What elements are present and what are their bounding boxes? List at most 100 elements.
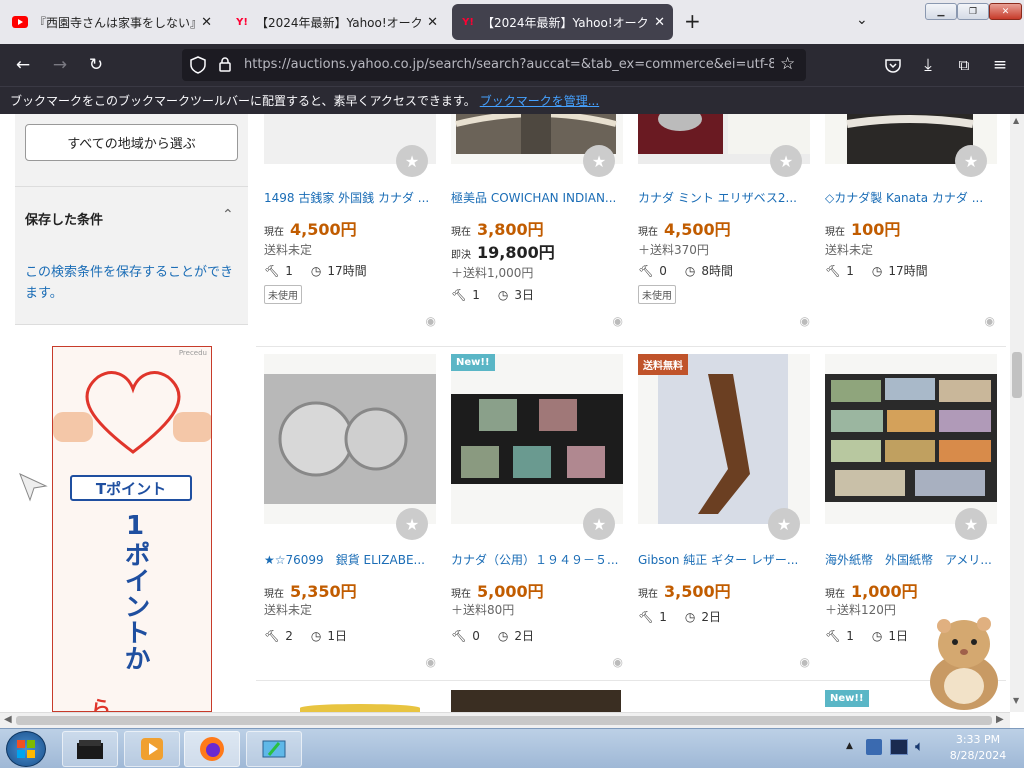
product-image[interactable] bbox=[451, 354, 623, 524]
taskbar-app-explorer[interactable] bbox=[62, 731, 118, 767]
menu-icon[interactable]: ≡ bbox=[987, 52, 1013, 78]
maximize-button[interactable]: ❐ bbox=[957, 3, 989, 20]
clock-date[interactable]: 8/28/2024 bbox=[940, 749, 1016, 762]
pocket-icon[interactable] bbox=[880, 52, 906, 78]
product-image[interactable] bbox=[825, 354, 997, 524]
scroll-up-icon[interactable]: ▲ bbox=[1013, 116, 1019, 125]
taskbar-app-firefox[interactable] bbox=[184, 731, 240, 767]
shield-icon[interactable] bbox=[190, 56, 206, 77]
product-title[interactable]: カナダ ミント エリザベス2... bbox=[638, 189, 810, 206]
price-label: 現在 bbox=[264, 227, 284, 238]
chevron-down-icon[interactable]: ⌄ bbox=[856, 12, 868, 28]
bookmark-star-icon[interactable]: ☆ bbox=[780, 54, 795, 74]
minimize-button[interactable]: ▁ bbox=[925, 3, 957, 20]
watch-star-icon[interactable]: ★ bbox=[583, 508, 615, 540]
product-title[interactable]: ★☆76099 銀貨 ELIZABE... bbox=[264, 551, 436, 568]
close-icon[interactable]: ✕ bbox=[201, 15, 212, 30]
product-image[interactable] bbox=[451, 690, 621, 712]
vertical-scrollbar[interactable]: ▲ ▼ bbox=[1010, 114, 1024, 712]
tab-youtube[interactable]: 『西園寺さんは家事をしない』 ✕ bbox=[4, 4, 220, 40]
app-window-icon bbox=[262, 740, 286, 758]
watch-star-icon[interactable]: ★ bbox=[768, 508, 800, 540]
free-shipping-badge: 送料無料 bbox=[638, 354, 688, 375]
shipping: 送料未定 bbox=[264, 243, 313, 257]
shipping: ＋送料80円 bbox=[451, 603, 515, 617]
current-price: 1,000円 bbox=[851, 582, 918, 601]
chevron-up-icon[interactable]: ⌃ bbox=[222, 207, 234, 223]
media-player-icon bbox=[141, 738, 163, 760]
unused-badge: 未使用 bbox=[638, 285, 676, 304]
url-text[interactable]: https://auctions.yahoo.co.jp/search/sear… bbox=[244, 57, 774, 72]
tray-app-icon[interactable] bbox=[866, 739, 882, 755]
price-label: 現在 bbox=[825, 589, 845, 600]
bid-count: 0 bbox=[659, 263, 667, 278]
tab-yahoo-2[interactable]: Y! 【2024年最新】Yahoo!オークショ ✕ bbox=[452, 4, 673, 40]
product-card[interactable]: ★ ◇カナダ製 Kanata カナダ ... 現在 100円 送料未定 🔨︎ 1 ◷ 1… bbox=[825, 114, 997, 328]
shipping: ＋送料1,000円 bbox=[451, 266, 534, 280]
scroll-down-icon[interactable]: ▼ bbox=[1013, 696, 1019, 705]
product-image[interactable] bbox=[638, 354, 810, 524]
close-icon[interactable]: ✕ bbox=[427, 15, 438, 30]
product-title[interactable]: Gibson 純正 ギター レザー... bbox=[638, 551, 810, 568]
product-card[interactable]: ★ 極美品 COWICHAN INDIAN... 現在 3,800円 即決 19,8… bbox=[451, 114, 623, 328]
saved-conditions-heading[interactable]: 保存した条件 bbox=[25, 209, 103, 228]
product-title[interactable]: 極美品 COWICHAN INDIAN... bbox=[451, 189, 623, 206]
close-window-button[interactable]: ✕ bbox=[989, 3, 1022, 20]
new-tab-icon[interactable]: + bbox=[684, 11, 701, 31]
new-badge: New!! bbox=[451, 354, 495, 371]
taskbar-app-media-player[interactable] bbox=[124, 731, 180, 767]
eye-icon: ◉ bbox=[799, 655, 810, 669]
tab-yahoo-1[interactable]: Y! 【2024年最新】Yahoo!オークション ✕ bbox=[226, 4, 446, 40]
clock-time[interactable]: 3:33 PM bbox=[940, 733, 1016, 746]
select-region-button[interactable]: すべての地域から選ぶ bbox=[25, 124, 238, 161]
watch-star-icon[interactable]: ★ bbox=[396, 145, 428, 177]
gavel-icon: 🔨︎ bbox=[638, 609, 654, 624]
reload-icon[interactable]: ↻ bbox=[83, 52, 109, 78]
taskbar-app-other[interactable] bbox=[246, 731, 302, 767]
product-title[interactable]: 1498 古銭家 外国銭 カナダ ... bbox=[264, 189, 436, 206]
product-card[interactable]: ★ カナダ ミント エリザベス2... 現在 4,500円 ＋送料370円 🔨︎ 0… bbox=[638, 114, 810, 328]
product-image[interactable] bbox=[300, 704, 420, 712]
product-card[interactable]: ★ 1498 古銭家 外国銭 カナダ ... 現在 4,500円 送料未定 🔨︎ 1… bbox=[264, 114, 436, 328]
gavel-icon: 🔨︎ bbox=[638, 263, 654, 278]
manage-bookmarks-link[interactable]: ブックマークを管理... bbox=[480, 92, 599, 109]
tab-title: 【2024年最新】Yahoo!オークション bbox=[256, 15, 422, 30]
scrollbar-thumb[interactable] bbox=[16, 716, 992, 725]
horizontal-scrollbar[interactable]: ◀ ▶ bbox=[0, 712, 1010, 728]
download-icon[interactable]: ⤓ bbox=[915, 52, 941, 78]
forward-icon[interactable]: → bbox=[47, 52, 73, 78]
back-icon[interactable]: ← bbox=[10, 52, 36, 78]
close-icon[interactable]: ✕ bbox=[654, 15, 665, 30]
extensions-icon[interactable]: ⧉ bbox=[951, 52, 977, 78]
network-icon[interactable] bbox=[890, 739, 908, 755]
product-card[interactable]: 送料無料 ★ Gibson 純正 ギター レザー... 現在 3,500円 🔨︎ 1… bbox=[638, 354, 810, 684]
product-title[interactable]: 海外紙幣 外国紙幣 アメリ... bbox=[825, 551, 997, 568]
url-bar[interactable]: https://auctions.yahoo.co.jp/search/sear… bbox=[182, 49, 806, 81]
tray-expand-icon[interactable]: ▲ bbox=[846, 741, 853, 751]
start-button[interactable] bbox=[6, 731, 46, 767]
gavel-icon: 🔨︎ bbox=[451, 628, 467, 643]
volume-icon[interactable]: 🔈︎ bbox=[915, 737, 924, 755]
lock-icon[interactable] bbox=[218, 56, 232, 75]
time-left: 1日 bbox=[888, 629, 908, 643]
tpoint-ad-banner[interactable]: Precedu Tポイント 1ポイントか ら bbox=[52, 346, 212, 712]
watch-star-icon[interactable]: ★ bbox=[955, 145, 987, 177]
product-card[interactable]: ★ ★☆76099 銀貨 ELIZABE... 現在 5,350円 送料未定 🔨︎… bbox=[264, 354, 436, 684]
product-image[interactable] bbox=[264, 354, 436, 524]
scroll-left-icon[interactable]: ◀ bbox=[4, 714, 12, 725]
windows-taskbar: ▲ 🔈︎ 3:33 PM 8/28/2024 bbox=[0, 728, 1024, 768]
current-price: 100円 bbox=[851, 220, 901, 239]
tab-strip: 『西園寺さんは家事をしない』 ✕ Y! 【2024年最新】Yahoo!オークショ… bbox=[0, 0, 1024, 44]
save-search-link[interactable]: この検索条件を保存することができます。 bbox=[25, 262, 238, 304]
current-price: 3,800円 bbox=[477, 220, 544, 239]
scrollbar-thumb[interactable] bbox=[1012, 352, 1022, 398]
watch-star-icon[interactable]: ★ bbox=[770, 145, 802, 177]
product-title[interactable]: ◇カナダ製 Kanata カナダ ... bbox=[825, 189, 997, 206]
watch-star-icon[interactable]: ★ bbox=[583, 145, 615, 177]
watch-star-icon[interactable]: ★ bbox=[396, 508, 428, 540]
watch-star-icon[interactable]: ★ bbox=[955, 508, 987, 540]
scroll-right-icon[interactable]: ▶ bbox=[996, 714, 1004, 725]
shipping: 送料未定 bbox=[825, 243, 874, 257]
product-card[interactable]: New!! ★ カナダ（公用）１９４９－５... 現在 5,000円 ＋送料80円… bbox=[451, 354, 623, 684]
product-title[interactable]: カナダ（公用）１９４９－５... bbox=[451, 551, 623, 568]
